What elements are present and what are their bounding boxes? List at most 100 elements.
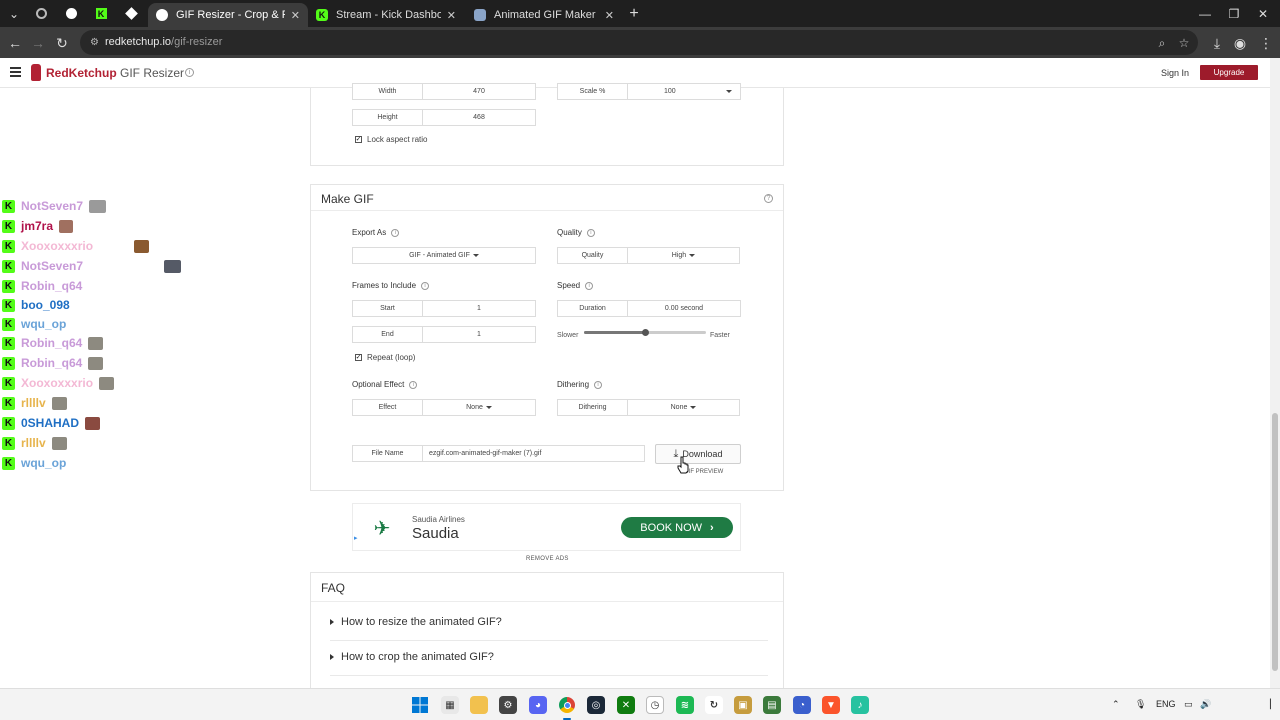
forward-icon[interactable]: → xyxy=(28,33,48,53)
language-indicator[interactable]: ENG xyxy=(1156,699,1176,709)
microphone-icon[interactable]: 🎙 xyxy=(1135,699,1146,710)
pinned-tab[interactable]: K xyxy=(86,2,116,25)
start-menu-icon[interactable] xyxy=(411,696,429,714)
checkbox-checked-icon[interactable]: ✓ xyxy=(355,354,362,361)
duration-input[interactable]: 0.00 second xyxy=(628,301,740,316)
voice-app-icon[interactable]: ♪ xyxy=(851,696,869,714)
refresh-app-icon[interactable]: ↻ xyxy=(705,696,723,714)
xbox-icon[interactable]: ✕ xyxy=(617,696,635,714)
end-input[interactable]: 1 xyxy=(423,327,535,342)
site-info-icon[interactable]: ⚙ xyxy=(88,36,101,49)
app-icon[interactable]: ◷ xyxy=(646,696,664,714)
scale-field[interactable]: Scale % 100 xyxy=(557,83,741,100)
steam-icon[interactable]: ◎ xyxy=(587,696,605,714)
info-icon[interactable]: i xyxy=(594,380,603,389)
bookmark-star-icon[interactable]: ☆ xyxy=(1176,35,1192,51)
minimize-icon[interactable]: — xyxy=(1194,4,1216,24)
profile-icon[interactable]: ◉ xyxy=(1230,33,1250,53)
info-icon[interactable]: i xyxy=(585,281,594,290)
gif-preview-label[interactable]: GIF PREVIEW xyxy=(684,469,723,475)
tab-gif-resizer[interactable]: GIF Resizer - Crop & Resize Ani ✕ xyxy=(148,3,308,27)
dithering-field[interactable]: Dithering None xyxy=(557,399,740,416)
start-frame-field[interactable]: Start 1 xyxy=(352,300,536,317)
scrollbar-thumb[interactable] xyxy=(1272,413,1278,671)
book-now-button[interactable]: BOOK NOW › xyxy=(621,517,733,538)
restore-icon[interactable]: ❐ xyxy=(1223,4,1245,24)
info-icon[interactable]: i xyxy=(391,228,400,237)
chrome-icon[interactable] xyxy=(558,696,576,714)
start-input[interactable]: 1 xyxy=(423,301,535,316)
effect-select[interactable]: None xyxy=(423,400,535,415)
quality-field[interactable]: Quality High xyxy=(557,247,740,264)
help-icon[interactable]: ? xyxy=(764,194,773,203)
optional-effect-section: Optional Effect i xyxy=(352,380,418,389)
downloads-icon[interactable]: ⤓ xyxy=(1207,33,1227,53)
speed-slider-thumb[interactable] xyxy=(642,329,649,336)
info-icon[interactable]: i xyxy=(586,228,595,237)
volume-icon[interactable]: 🔊 xyxy=(1200,699,1211,710)
page-scrollbar[interactable] xyxy=(1270,58,1280,688)
close-icon[interactable]: ✕ xyxy=(447,9,456,22)
lock-aspect-checkbox[interactable]: ✓ Lock aspect ratio xyxy=(355,135,427,144)
effect-field[interactable]: Effect None xyxy=(352,399,536,416)
width-input[interactable]: 470 xyxy=(423,84,535,99)
site-logo[interactable]: RedKetchup xyxy=(31,64,117,81)
quality-select[interactable]: High xyxy=(628,248,739,263)
file-name-field[interactable]: File Name ezgif.com-animated-gif-maker (… xyxy=(352,445,645,462)
file-explorer-icon[interactable] xyxy=(470,696,488,714)
repeat-loop-checkbox[interactable]: ✓ Repeat (loop) xyxy=(355,353,415,362)
scale-select[interactable]: 100 xyxy=(628,84,740,99)
pinned-tab[interactable] xyxy=(116,2,146,25)
settings-icon[interactable]: ⚙ xyxy=(499,696,517,714)
dithering-select[interactable]: None xyxy=(628,400,739,415)
faq-item[interactable]: How to resize the animated GIF? xyxy=(330,616,770,628)
pinned-tab[interactable] xyxy=(56,2,86,25)
tab-gif-maker[interactable]: Animated GIF Maker ✕ xyxy=(466,3,622,27)
speed-slider[interactable] xyxy=(584,329,706,336)
brave-icon[interactable]: ▼ xyxy=(822,696,840,714)
info-icon[interactable]: i xyxy=(409,380,418,389)
new-tab-icon[interactable]: + xyxy=(624,4,644,24)
file-name-input[interactable]: ezgif.com-animated-gif-maker (7).gif xyxy=(423,446,644,461)
widgets-icon[interactable]: ▦ xyxy=(441,696,459,714)
close-window-icon[interactable]: ✕ xyxy=(1252,4,1274,24)
faq-item[interactable]: How to crop the animated GIF? xyxy=(330,651,770,663)
height-field[interactable]: Height 468 xyxy=(352,109,536,126)
emote-icon xyxy=(89,199,107,213)
menu-kebab-icon[interactable]: ⋮ xyxy=(1256,33,1276,53)
advertisement-banner[interactable]: ✈ Saudia Airlines Saudia BOOK NOW › ▸ xyxy=(352,503,741,551)
spotify-icon[interactable]: ≋ xyxy=(676,696,694,714)
checkbox-checked-icon[interactable]: ✓ xyxy=(355,136,362,143)
adchoices-icon[interactable]: ▸ xyxy=(354,534,358,542)
close-icon[interactable]: ✕ xyxy=(605,9,614,22)
close-icon[interactable]: ✕ xyxy=(291,9,300,22)
tab-kick-dashboard[interactable]: K Stream - Kick Dashboard ✕ xyxy=(308,3,464,27)
slower-label: Slower xyxy=(557,332,579,339)
spreadsheet-icon[interactable]: ▤ xyxy=(763,696,781,714)
tab-search-icon[interactable]: ⌄ xyxy=(4,4,24,24)
upgrade-button[interactable]: Upgrade xyxy=(1200,65,1258,80)
end-frame-field[interactable]: End 1 xyxy=(352,326,536,343)
export-as-select[interactable]: GIF - Animated GIF xyxy=(352,247,536,264)
sign-in-link[interactable]: Sign In xyxy=(1161,68,1189,78)
hamburger-menu-icon[interactable] xyxy=(10,67,21,77)
back-icon[interactable]: ← xyxy=(5,33,25,53)
info-icon[interactable]: i xyxy=(185,68,194,77)
network-icon[interactable]: ▭ xyxy=(1184,699,1193,710)
duration-label: Duration xyxy=(558,301,628,316)
download-button[interactable]: ⤓ Download xyxy=(655,444,741,464)
width-field[interactable]: Width 470 xyxy=(352,83,536,100)
duration-field[interactable]: Duration 0.00 second xyxy=(557,300,741,317)
notification-icon[interactable]: ▏ xyxy=(1270,699,1277,710)
zoom-icon[interactable]: ⌕ xyxy=(1154,35,1170,51)
reload-icon[interactable]: ↻ xyxy=(52,33,72,53)
pinned-tab[interactable] xyxy=(26,2,56,25)
address-bar[interactable]: ⚙ redketchup.io/gif-resizer ⌕ ☆ xyxy=(80,30,1198,55)
photos-icon[interactable]: ▣ xyxy=(734,696,752,714)
tray-chevron-up-icon[interactable]: ⌃ xyxy=(1112,699,1120,710)
info-icon[interactable]: i xyxy=(421,281,430,290)
height-input[interactable]: 468 xyxy=(423,110,535,125)
remove-ads-link[interactable]: REMOVE ADS xyxy=(526,556,569,562)
edge-icon[interactable]: ◔ xyxy=(793,696,811,714)
discord-icon[interactable]: ◕ xyxy=(529,696,547,714)
